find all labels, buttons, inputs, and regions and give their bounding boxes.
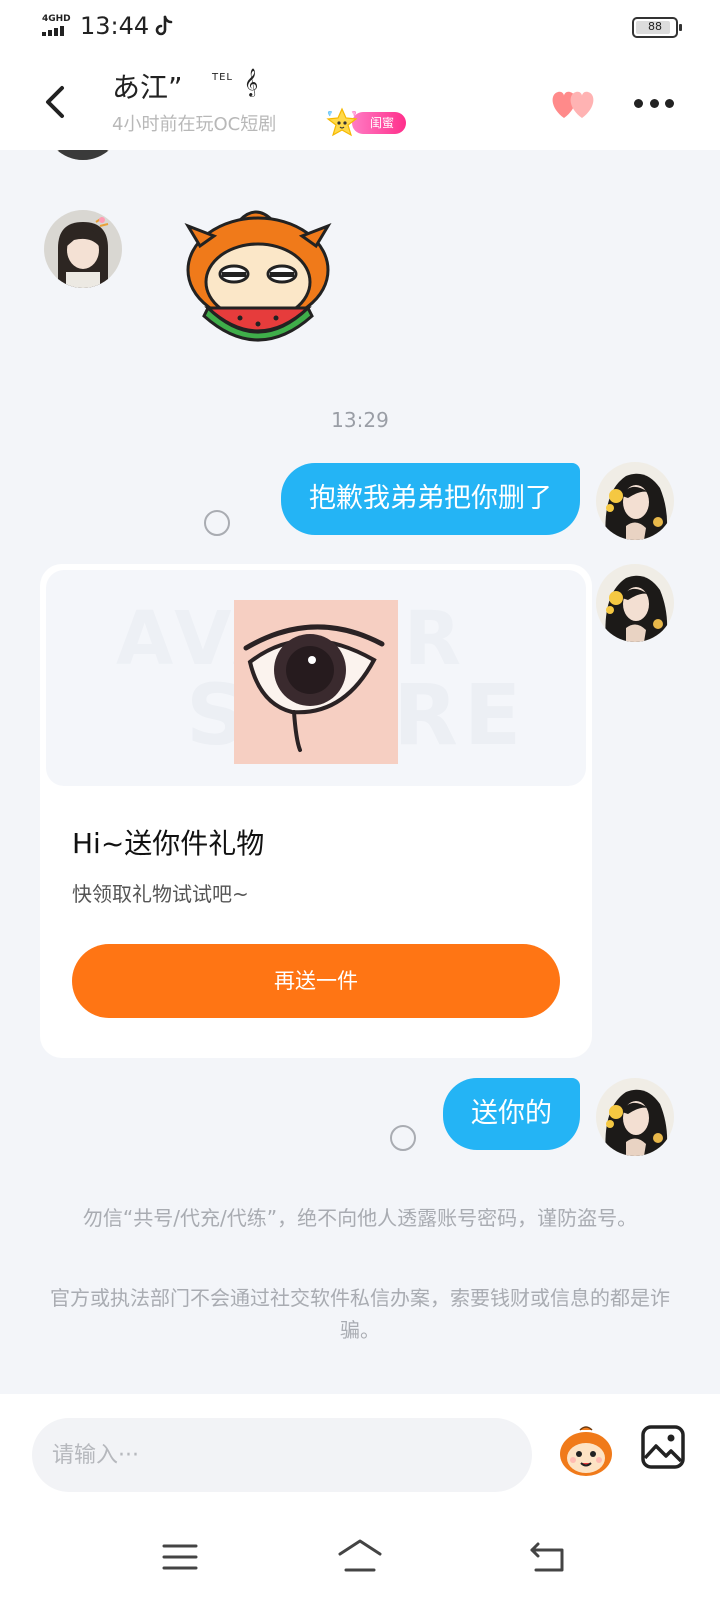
system-navigation-bar: [0, 1518, 720, 1600]
outgoing-message-bubble[interactable]: 抱歉我弟弟把你删了: [281, 463, 580, 535]
gift-card[interactable]: AVATAR STORE Hi~送你件礼物 快领取礼物试试吧~ 再送一件: [40, 564, 592, 1058]
bff-badge[interactable]: 闺蜜: [322, 106, 426, 138]
read-status-icon: [204, 510, 230, 536]
contact-avatar[interactable]: [44, 210, 122, 288]
tiktok-icon: [155, 15, 173, 36]
image-icon[interactable]: [640, 1424, 686, 1470]
clock: 13:44: [80, 12, 150, 40]
sticker-icon[interactable]: [556, 1422, 616, 1482]
more-options-icon[interactable]: [634, 96, 674, 110]
monkey-watermelon-sticker[interactable]: [178, 206, 338, 348]
chat-area[interactable]: 13:29 抱歉我弟弟把你删了 AVATAR STORE: [0, 150, 720, 1394]
menu-icon[interactable]: [162, 1542, 198, 1572]
contact-name[interactable]: あ江”: [112, 66, 183, 106]
name-music-symbol: 𝄞: [244, 68, 259, 96]
battery-icon: 88: [632, 17, 682, 38]
signal-icon: 4GHD: [40, 14, 76, 40]
input-bar: [0, 1394, 720, 1518]
gift-banner: AVATAR STORE: [46, 570, 586, 786]
my-avatar[interactable]: [596, 1078, 674, 1156]
my-avatar[interactable]: [596, 462, 674, 540]
hearts-icon[interactable]: [548, 84, 600, 122]
message-timestamp: 13:29: [331, 408, 389, 432]
safety-notice: 官方或执法部门不会通过社交软件私信办案，索要钱财或信息的都是诈骗。: [50, 1286, 670, 1342]
gift-title: Hi~送你件礼物: [72, 827, 265, 860]
back-button[interactable]: [36, 80, 76, 124]
last-seen-status: 4小时前在玩OC短剧: [112, 114, 277, 135]
network-type: 4GHD: [42, 14, 71, 24]
battery-level: 88: [648, 20, 662, 33]
crying-eye-image: [234, 600, 398, 764]
back-nav-icon[interactable]: [528, 1540, 568, 1574]
safety-notice: 勿信“共号/代充/代练”，绝不向他人透露账号密码，谨防盗号。: [82, 1206, 638, 1230]
name-tel-symbol: TEL: [212, 72, 233, 83]
home-icon[interactable]: [336, 1538, 384, 1574]
gift-subtitle: 快领取礼物试试吧~: [72, 882, 249, 906]
star-icon: [326, 107, 358, 137]
contact-avatar[interactable]: [44, 150, 122, 160]
chat-header: あ江” TEL 𝄞 4小时前在玩OC短剧 闺蜜: [0, 56, 720, 150]
status-bar: 4GHD 13:44 88: [0, 0, 720, 56]
read-status-icon: [390, 1125, 416, 1151]
outgoing-message-bubble[interactable]: 送你的: [443, 1078, 580, 1150]
send-another-gift-button[interactable]: 再送一件: [72, 944, 560, 1018]
my-avatar[interactable]: [596, 564, 674, 642]
message-input[interactable]: [32, 1418, 532, 1492]
